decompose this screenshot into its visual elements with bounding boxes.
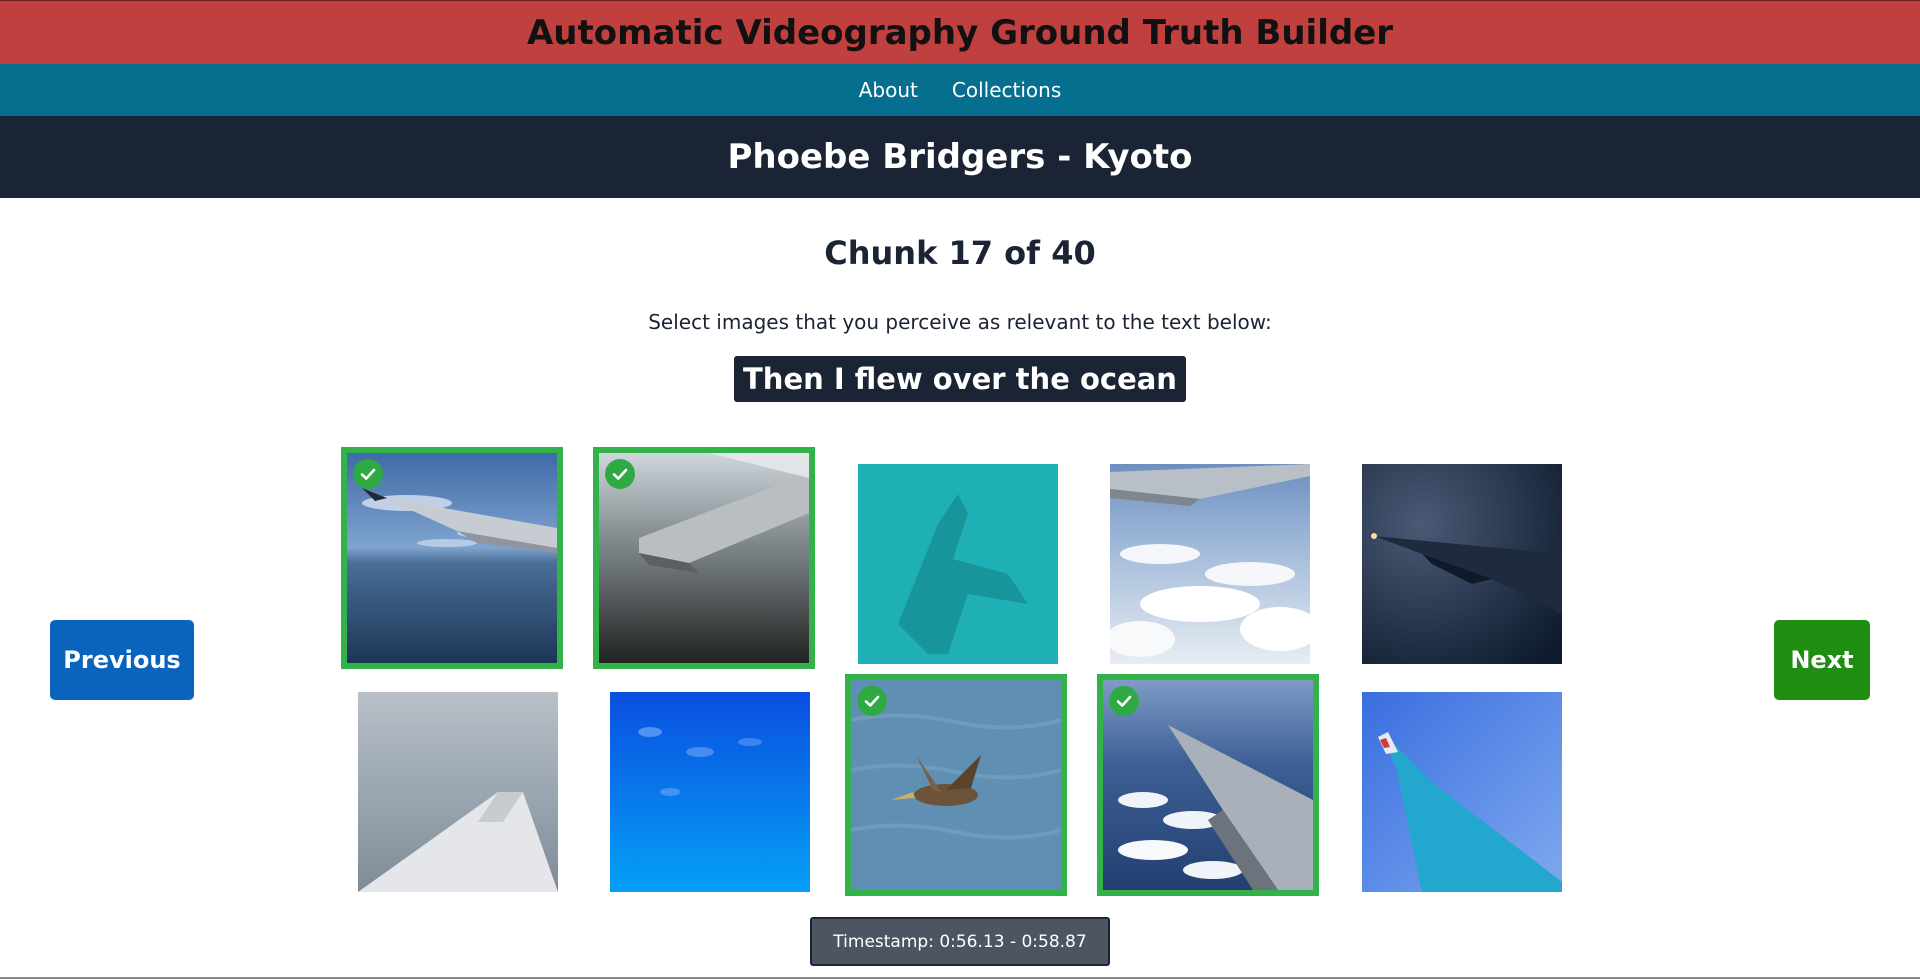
next-button[interactable]: Next bbox=[1774, 620, 1870, 700]
song-header: Phoebe Bridgers - Kyoto bbox=[0, 116, 1920, 198]
image-tile[interactable] bbox=[845, 674, 1067, 896]
app-title: Automatic Videography Ground Truth Build… bbox=[526, 12, 1394, 53]
image-tile[interactable] bbox=[1097, 674, 1319, 896]
turquoise-winglet-image bbox=[1362, 692, 1562, 892]
timestamp-label: Timestamp: 0:56.13 - 0:58.87 bbox=[810, 917, 1110, 966]
check-icon bbox=[605, 459, 635, 489]
previous-button[interactable]: Previous bbox=[50, 620, 194, 700]
image-tile[interactable] bbox=[598, 680, 820, 902]
song-title: Phoebe Bridgers - Kyoto bbox=[727, 137, 1193, 177]
nav-about-link[interactable]: About bbox=[859, 78, 918, 102]
check-icon bbox=[1109, 686, 1139, 716]
blue-sky-image bbox=[610, 692, 810, 892]
app-header: Automatic Videography Ground Truth Build… bbox=[0, 0, 1920, 64]
image-tile[interactable] bbox=[593, 447, 815, 669]
plane-shadow-water-image bbox=[858, 464, 1058, 664]
image-tile[interactable] bbox=[1350, 680, 1572, 902]
image-tile[interactable] bbox=[1350, 452, 1572, 674]
image-tile[interactable] bbox=[846, 452, 1068, 674]
top-nav: About Collections bbox=[0, 64, 1920, 116]
instruction-text: Select images that you perceive as relev… bbox=[648, 310, 1272, 334]
image-tile[interactable] bbox=[346, 680, 568, 902]
lyric-text: Then I flew over the ocean bbox=[734, 356, 1186, 402]
lyric-container: Then I flew over the ocean bbox=[0, 356, 1920, 402]
check-icon bbox=[857, 686, 887, 716]
wing-above-clouds-image bbox=[1110, 464, 1310, 664]
check-icon bbox=[353, 459, 383, 489]
white-wing-overcast-image bbox=[358, 692, 558, 892]
image-tile[interactable] bbox=[341, 447, 563, 669]
image-tile[interactable] bbox=[1098, 452, 1320, 674]
chunk-counter: Chunk 17 of 40 bbox=[824, 234, 1096, 272]
wing-at-dusk-image bbox=[1362, 464, 1562, 664]
nav-collections-link[interactable]: Collections bbox=[952, 78, 1061, 102]
